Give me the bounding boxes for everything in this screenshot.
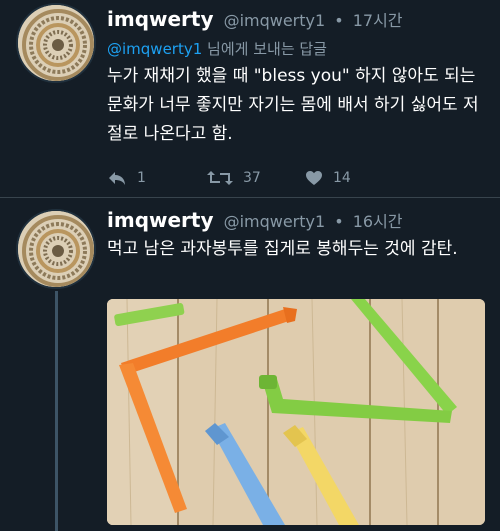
heart-icon	[305, 170, 323, 186]
reply-count: 1	[137, 170, 146, 186]
tweet-timestamp[interactable]: 16시간	[353, 212, 403, 231]
reply-context-text: 님에게 보내는 답글	[202, 40, 327, 58]
tweet-text: 누가 재채기 했을 때 "bless you" 하지 않아도 되는 문화가 너무…	[107, 66, 479, 144]
display-name[interactable]: imqwerty	[107, 7, 214, 31]
tweet-media-image[interactable]	[107, 299, 485, 525]
avatar[interactable]	[16, 3, 96, 83]
reply-button[interactable]: 1	[107, 170, 207, 186]
like-count: 14	[333, 170, 351, 186]
tweet-actions: 1 37 14	[107, 165, 488, 191]
tweet-2[interactable]: imqwerty @imqwerty1 • 16시간 먹고 남은 과자봉투를 집…	[0, 199, 500, 531]
tweet-timestamp[interactable]: 17시간	[353, 11, 403, 30]
separator-dot: •	[334, 212, 344, 231]
retweet-button[interactable]: 37	[207, 170, 305, 186]
reply-mention-link[interactable]: @imqwerty1	[107, 40, 202, 58]
reply-context: @imqwerty1 님에게 보내는 답글	[107, 38, 488, 60]
reply-icon	[107, 170, 127, 186]
tweet-text: 먹고 남은 과자봉투를 집게로 봉해두는 것에 감탄.	[107, 239, 458, 259]
user-handle[interactable]: @imqwerty1	[224, 11, 326, 30]
retweet-icon	[207, 170, 233, 186]
user-handle[interactable]: @imqwerty1	[224, 212, 326, 231]
tweet-1[interactable]: imqwerty @imqwerty1 • 17시간 @imqwerty1 님에…	[0, 0, 500, 198]
display-name[interactable]: imqwerty	[107, 208, 214, 232]
separator-dot: •	[334, 11, 344, 30]
thread-line	[55, 291, 58, 531]
avatar[interactable]	[16, 209, 96, 289]
like-button[interactable]: 14	[305, 170, 351, 186]
tweet-divider	[0, 197, 500, 198]
retweet-count: 37	[243, 170, 261, 186]
